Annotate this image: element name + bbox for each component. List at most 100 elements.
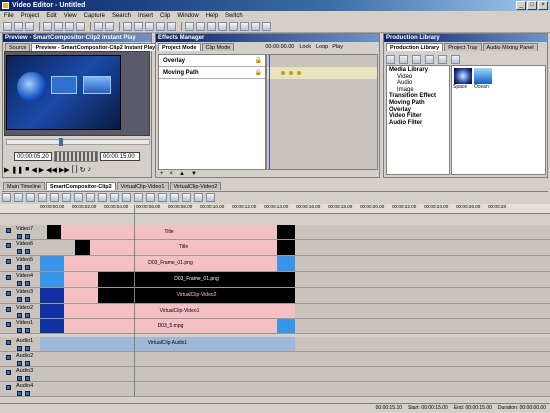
- split-icon[interactable]: [26, 193, 35, 202]
- keyframe-marker[interactable]: [289, 71, 293, 75]
- details-icon[interactable]: [438, 54, 447, 64]
- effect-row-overlay[interactable]: Overlay 🔒: [159, 55, 265, 67]
- menu-switch[interactable]: Switch: [225, 13, 243, 19]
- track-lock-icon[interactable]: [25, 249, 30, 254]
- menu-capture[interactable]: Capture: [84, 13, 105, 19]
- layout-icon[interactable]: [251, 22, 260, 31]
- tab-virtualclip-video2[interactable]: VirtualClip-Video2: [169, 182, 222, 190]
- window-icon[interactable]: [262, 22, 271, 31]
- preview-slider[interactable]: [6, 138, 150, 146]
- track-lock-icon[interactable]: [25, 234, 30, 239]
- stop-icon[interactable]: ■: [25, 166, 29, 175]
- clip-frame[interactable]: D03_Frame_01.png: [64, 256, 277, 271]
- tree-media-library[interactable]: Media Library: [389, 67, 447, 74]
- tab-source[interactable]: Source: [5, 43, 31, 51]
- zoom-in-icon[interactable]: [62, 193, 71, 202]
- tab-production-library[interactable]: Production Library: [386, 43, 444, 51]
- clip-thumb[interactable]: [40, 319, 64, 333]
- next-frame-icon[interactable]: ▶: [39, 166, 44, 175]
- loop-label[interactable]: Loop: [316, 44, 328, 50]
- clip-thumb[interactable]: [40, 272, 64, 287]
- tree-video[interactable]: Video: [389, 74, 447, 81]
- unlink-icon[interactable]: [122, 193, 131, 202]
- mixer-icon[interactable]: [206, 193, 215, 202]
- menu-project[interactable]: Project: [21, 13, 40, 19]
- clip-virtual-start[interactable]: [64, 288, 98, 303]
- track-lock-icon[interactable]: [25, 361, 30, 366]
- preview-icon[interactable]: [167, 22, 176, 31]
- zoom-out-icon[interactable]: [74, 193, 83, 202]
- timeline-ruler[interactable]: 00:00:00.00 00:00:02.00 00:00:04.00 00:0…: [0, 204, 550, 214]
- play-icon[interactable]: ▶: [4, 166, 9, 175]
- track-eye-icon[interactable]: [6, 385, 11, 390]
- thumb-ocean[interactable]: [474, 68, 492, 84]
- clip-frame-start[interactable]: [64, 272, 98, 287]
- text-tool-icon[interactable]: [182, 193, 191, 202]
- track-eye-icon[interactable]: [6, 355, 11, 360]
- tab-project-tray[interactable]: Project Tray: [444, 43, 482, 51]
- track-eye-icon[interactable]: [6, 307, 11, 312]
- rewind-icon[interactable]: ◀◀: [46, 166, 57, 175]
- copy-icon[interactable]: [54, 22, 63, 31]
- delete-icon[interactable]: [76, 22, 85, 31]
- tree-audio[interactable]: Audio: [389, 80, 447, 87]
- lock-icon[interactable]: 🔒: [255, 57, 262, 64]
- marker-icon[interactable]: [98, 193, 107, 202]
- tab-audio-mixing-panel[interactable]: Audio Mixing Panel: [482, 43, 538, 51]
- menu-view[interactable]: View: [64, 13, 77, 19]
- tree-transition-effect[interactable]: Transition Effect: [389, 93, 447, 100]
- snap-icon[interactable]: [86, 193, 95, 202]
- record-icon[interactable]: [134, 22, 143, 31]
- clip-thumb[interactable]: [40, 304, 64, 318]
- new-icon[interactable]: [3, 22, 12, 31]
- tree-audio-filter[interactable]: Audio Filter: [389, 120, 447, 127]
- mark-out-icon[interactable]: ]: [76, 166, 78, 175]
- tree-video-filter[interactable]: Video Filter: [389, 113, 447, 120]
- clip-thumb[interactable]: [75, 240, 90, 255]
- fast-forward-icon[interactable]: ▶▶: [59, 166, 70, 175]
- hand-tool-icon[interactable]: [170, 193, 179, 202]
- move-down-icon[interactable]: ▼: [191, 171, 197, 177]
- track-mute-icon[interactable]: [17, 391, 22, 396]
- track-lock-icon[interactable]: [25, 297, 30, 302]
- track-mute-icon[interactable]: [17, 361, 22, 366]
- prev-frame-icon[interactable]: ◀: [31, 166, 36, 175]
- tree-moving-path[interactable]: Moving Path: [389, 100, 447, 107]
- menu-window[interactable]: Window: [177, 13, 198, 19]
- lock-label[interactable]: Lock: [299, 44, 311, 50]
- produce-icon[interactable]: [145, 22, 154, 31]
- tree-image[interactable]: Image: [389, 87, 447, 94]
- transition-icon[interactable]: [207, 22, 216, 31]
- track-add-icon[interactable]: [2, 193, 11, 202]
- clip-thumb[interactable]: [47, 225, 61, 239]
- track-eye-icon[interactable]: [6, 228, 11, 233]
- track-lock-icon[interactable]: [25, 391, 30, 396]
- track-eye-icon[interactable]: [6, 275, 11, 280]
- view-icon[interactable]: [412, 54, 421, 64]
- razor-tool-icon[interactable]: [158, 193, 167, 202]
- tab-smartcompositor-clip2[interactable]: SmartCompositor-Clip2: [45, 182, 116, 190]
- mark-in-icon[interactable]: [: [72, 166, 74, 175]
- effect-row-moving-path[interactable]: Moving Path 🔒: [159, 67, 265, 79]
- keyframe-marker[interactable]: [297, 71, 301, 75]
- minimize-button[interactable]: _: [516, 1, 526, 10]
- group-icon[interactable]: [134, 193, 143, 202]
- clip-d03-5[interactable]: D03_5.mpg: [64, 319, 277, 333]
- tab-main-timeline[interactable]: Main Timeline: [3, 182, 45, 190]
- filter-icon[interactable]: [218, 22, 227, 31]
- folder-icon[interactable]: [399, 54, 408, 64]
- track-lock-icon[interactable]: [25, 281, 30, 286]
- track-lock-icon[interactable]: [25, 328, 30, 333]
- track-eye-icon[interactable]: [6, 340, 11, 345]
- text-icon[interactable]: [185, 22, 194, 31]
- clip-virtualclip-video2[interactable]: VirtualClip-Video2: [98, 288, 295, 303]
- select-tool-icon[interactable]: [146, 193, 155, 202]
- close-button[interactable]: ×: [538, 1, 548, 10]
- audio-tool-icon[interactable]: [194, 193, 203, 202]
- tree-overlay[interactable]: Overlay: [389, 107, 447, 114]
- track-mute-icon[interactable]: [17, 249, 22, 254]
- open-icon[interactable]: [14, 22, 23, 31]
- tab-virtualclip-video1[interactable]: VirtualClip-Video1: [116, 182, 169, 190]
- clip-title[interactable]: Title: [61, 225, 277, 239]
- track-mute-icon[interactable]: [17, 265, 22, 270]
